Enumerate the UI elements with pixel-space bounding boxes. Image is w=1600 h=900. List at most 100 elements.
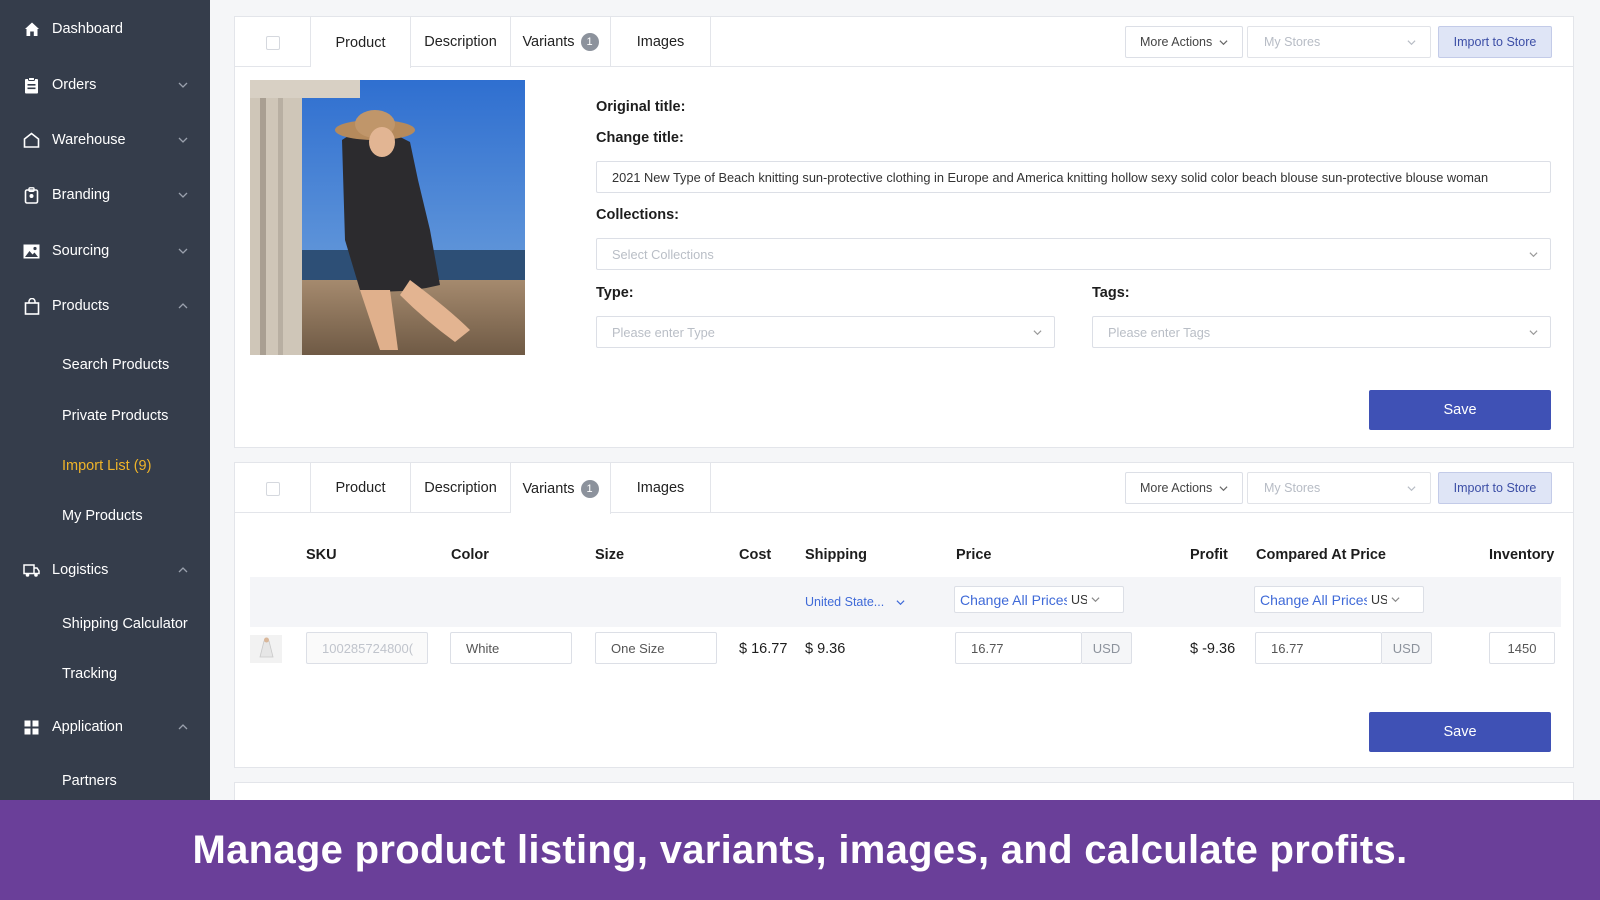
cost-value: $ 16.77 (739, 641, 788, 657)
change-all-compared-prices-control[interactable]: Change All Prices US (1254, 586, 1424, 613)
title-input[interactable]: 2021 New Type of Beach knitting sun-prot… (596, 161, 1551, 193)
tab-description[interactable]: Description (411, 17, 511, 67)
image-icon (23, 243, 40, 260)
column-header-inventory: Inventory (1489, 547, 1555, 563)
tab-label: Variants (522, 480, 575, 497)
more-actions-button[interactable]: More Actions (1125, 472, 1243, 504)
profit-value: $ -9.36 (1190, 641, 1236, 657)
sidebar-item-application[interactable]: Application (0, 707, 210, 747)
sku-input[interactable]: 100285724800( (306, 632, 428, 664)
sidebar-item-label: Orders (52, 77, 97, 93)
sidebar-subitem-search-products[interactable]: Search Products (62, 357, 169, 373)
tab-label: Description (424, 34, 497, 50)
sidebar-subitem-shipping-calculator[interactable]: Shipping Calculator (62, 616, 188, 632)
column-header-color: Color (451, 547, 489, 563)
collections-select[interactable]: Select Collections (596, 238, 1551, 270)
save-button[interactable]: Save (1369, 390, 1551, 430)
import-to-store-button[interactable]: Import to Store (1438, 26, 1552, 58)
inventory-input[interactable]: 1450 (1489, 632, 1555, 664)
truck-icon (23, 562, 40, 579)
my-stores-placeholder: My Stores (1264, 481, 1321, 495)
caption-banner: Manage product listing, variants, images… (0, 800, 1600, 900)
sidebar-subitem-partners[interactable]: Partners (62, 773, 117, 789)
change-title-label: Change title: (596, 130, 684, 146)
chevron-down-icon (178, 137, 188, 143)
chevron-down-icon (1091, 597, 1100, 603)
sidebar-item-label: Sourcing (52, 243, 110, 259)
currency-select[interactable]: US (1367, 593, 1387, 607)
collections-placeholder: Select Collections (612, 246, 714, 262)
ship-to-country-select[interactable]: United State... (805, 595, 905, 609)
my-stores-placeholder: My Stores (1264, 35, 1321, 49)
tab-description[interactable]: Description (411, 463, 511, 513)
sidebar-item-label: Warehouse (52, 132, 126, 148)
select-product-checkbox-cell (235, 463, 311, 513)
column-header-shipping: Shipping (805, 547, 868, 563)
chevron-down-icon (178, 82, 188, 88)
tab-variants[interactable]: Variants 1 (511, 463, 611, 514)
color-input[interactable]: White (450, 632, 572, 664)
size-input[interactable]: One Size (595, 632, 717, 664)
tab-bar: Product Description Variants 1 Images Mor… (235, 463, 1573, 514)
original-title-label: Original title: (596, 99, 686, 115)
sidebar-item-sourcing[interactable]: Sourcing (0, 231, 210, 271)
price-input[interactable]: 16.77 (955, 632, 1082, 664)
type-select[interactable]: Please enter Type (596, 316, 1055, 348)
more-actions-label: More Actions (1140, 481, 1213, 495)
change-all-prices-control[interactable]: Change All Prices US (954, 586, 1124, 613)
ship-to-label: United State... (805, 595, 885, 609)
column-header-compared-at-price: Compared At Price (1256, 547, 1386, 563)
variants-count-badge: 1 (580, 33, 599, 51)
tab-images[interactable]: Images (611, 17, 711, 67)
next-product-card (234, 782, 1574, 800)
tab-images[interactable]: Images (611, 463, 711, 513)
tab-product[interactable]: Product (311, 17, 411, 68)
chevron-down-icon (896, 600, 905, 606)
compared-currency-addon: USD (1382, 632, 1432, 664)
shopping-bag-icon (23, 297, 40, 315)
sidebar-item-orders[interactable]: Orders (0, 65, 210, 105)
more-actions-button[interactable]: More Actions (1125, 26, 1243, 58)
sidebar: Dashboard Orders Warehouse Branding Sour… (0, 0, 210, 800)
import-to-store-label: Import to Store (1453, 481, 1537, 495)
select-product-checkbox[interactable] (266, 482, 280, 496)
tab-label: Product (335, 480, 386, 496)
my-stores-select[interactable]: My Stores (1247, 26, 1431, 58)
chevron-down-icon (178, 192, 188, 198)
collections-label: Collections: (596, 207, 679, 223)
sidebar-item-products[interactable]: Products (0, 286, 210, 326)
chevron-up-icon (178, 567, 188, 573)
sidebar-item-branding[interactable]: Branding (0, 175, 210, 215)
change-all-prices-label: Change All Prices (960, 591, 1067, 608)
variants-card: Product Description Variants 1 Images Mor… (234, 462, 1574, 768)
tab-product[interactable]: Product (311, 463, 411, 513)
change-all-prices-label: Change All Prices (1260, 591, 1367, 608)
sidebar-subitem-my-products[interactable]: My Products (62, 508, 143, 524)
product-card: Product Description Variants 1 Images Mor… (234, 16, 1574, 448)
sidebar-item-label: Logistics (52, 562, 109, 578)
import-to-store-label: Import to Store (1453, 35, 1537, 49)
grid-icon (23, 719, 40, 736)
sidebar-subitem-import-list[interactable]: Import List (9) (62, 458, 151, 474)
tags-select[interactable]: Please enter Tags (1092, 316, 1551, 348)
chevron-up-icon (178, 724, 188, 730)
sidebar-item-logistics[interactable]: Logistics (0, 550, 210, 590)
my-stores-select[interactable]: My Stores (1247, 472, 1431, 504)
type-label: Type: (596, 285, 634, 301)
save-button[interactable]: Save (1369, 712, 1551, 752)
import-to-store-button[interactable]: Import to Store (1438, 472, 1552, 504)
tab-variants[interactable]: Variants 1 (511, 17, 611, 67)
chevron-down-icon (1219, 486, 1228, 492)
sidebar-subitem-private-products[interactable]: Private Products (62, 408, 168, 424)
clipboard-icon (23, 76, 40, 94)
currency-select[interactable]: US (1067, 593, 1087, 607)
warehouse-icon (23, 132, 40, 149)
sidebar-item-label: Application (52, 719, 123, 735)
main-content: Product Description Variants 1 Images Mor… (210, 0, 1600, 800)
sidebar-item-warehouse[interactable]: Warehouse (0, 120, 210, 160)
tab-label: Images (636, 34, 685, 50)
select-product-checkbox[interactable] (266, 36, 280, 50)
sidebar-item-dashboard[interactable]: Dashboard (0, 9, 210, 49)
compared-price-input[interactable]: 16.77 (1255, 632, 1382, 664)
sidebar-subitem-tracking[interactable]: Tracking (62, 666, 117, 682)
